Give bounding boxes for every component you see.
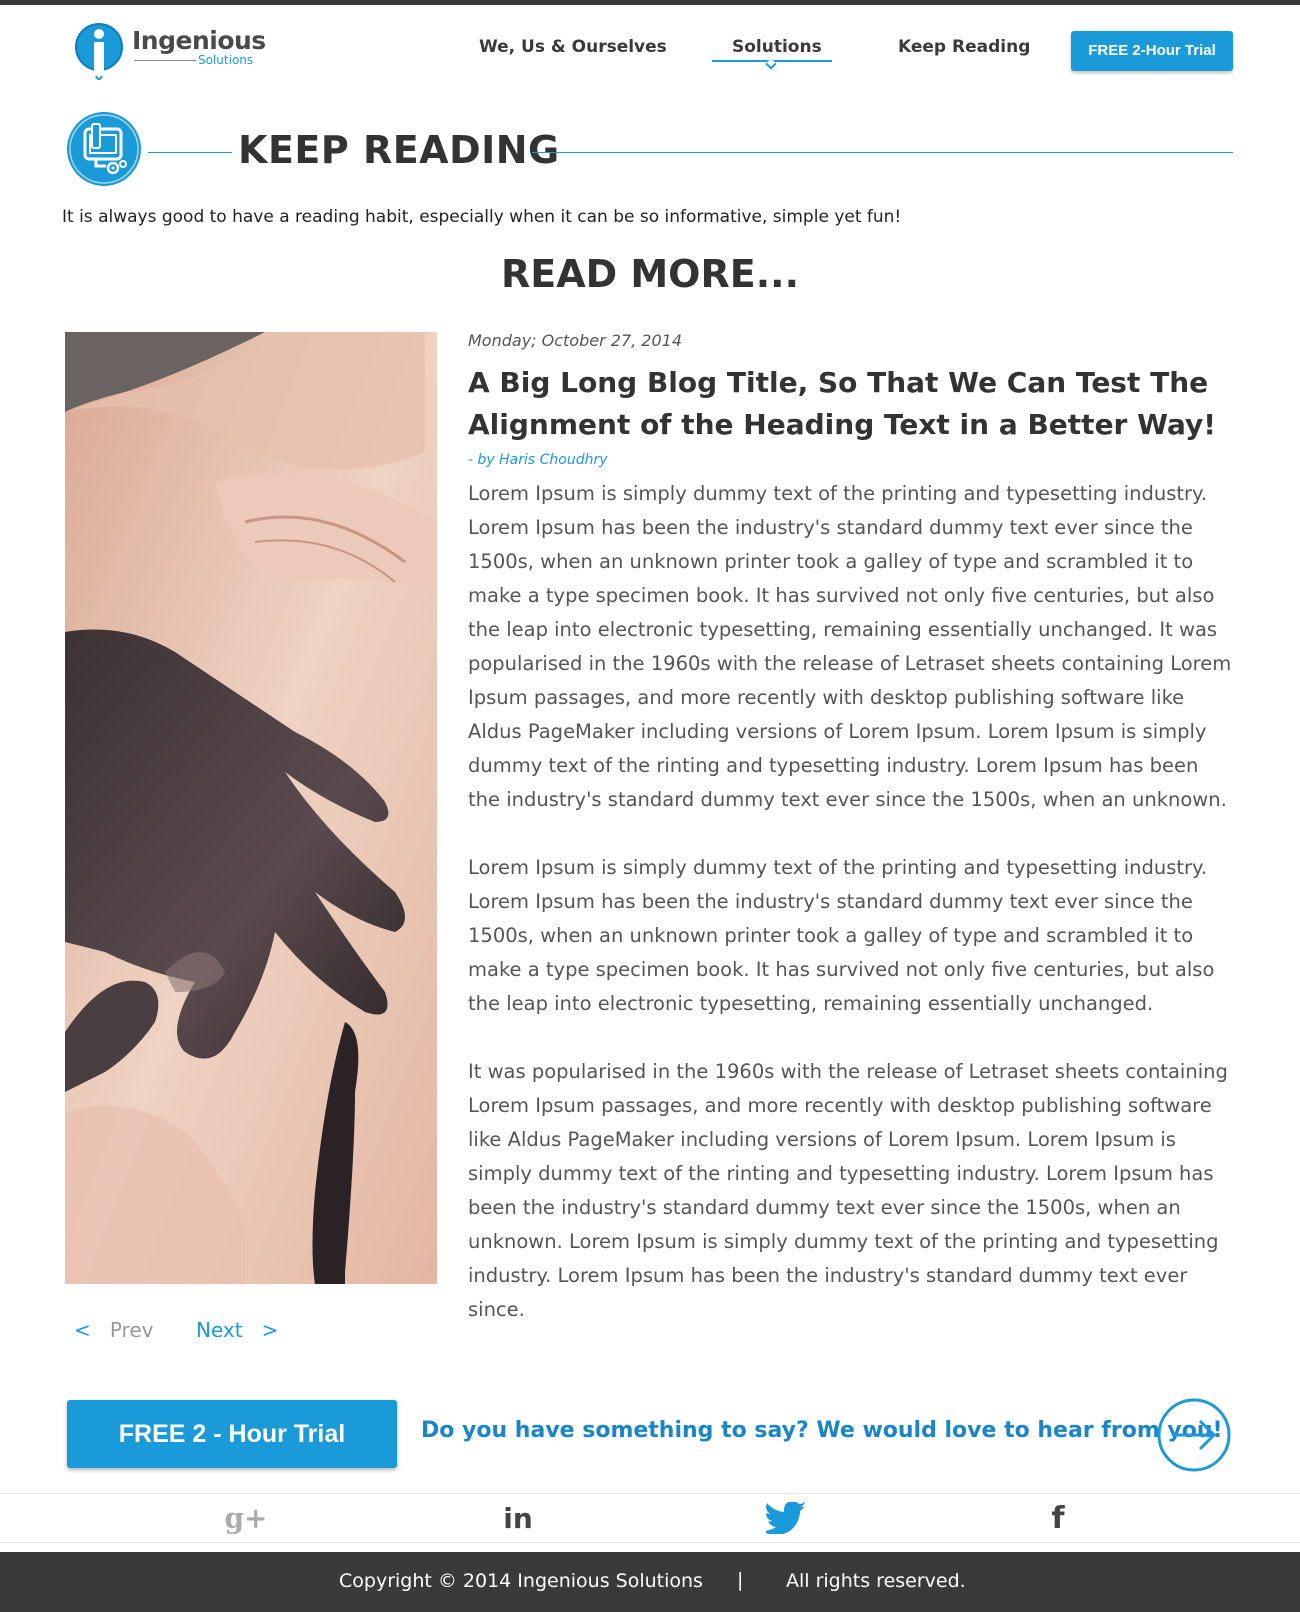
- nav-solutions[interactable]: Solutions: [732, 37, 822, 57]
- reading-device-icon: [67, 112, 141, 186]
- logo[interactable]: Ingenious Solutions: [74, 20, 266, 86]
- cta-message[interactable]: Do you have something to say? We would l…: [421, 1418, 1223, 1443]
- twitter-bird-icon: [766, 1502, 806, 1534]
- prev-label: Prev: [109, 1318, 154, 1342]
- article-author[interactable]: - by Haris Choudhry: [468, 452, 608, 468]
- next-label: Next: [196, 1318, 243, 1342]
- article-paragraph: Lorem Ipsum is simply dummy text of the …: [468, 482, 1232, 811]
- nav-keep-reading[interactable]: Keep Reading: [898, 37, 1030, 57]
- facebook-icon[interactable]: f: [1046, 1500, 1070, 1536]
- article-paragraph: It was popularised in the 1960s with the…: [468, 1060, 1228, 1321]
- article-photo: [65, 332, 437, 1284]
- section-title: KEEP READING: [238, 128, 560, 172]
- section-intro: It is always good to have a reading habi…: [62, 207, 902, 227]
- social-divider-bottom: [0, 1542, 1300, 1543]
- section-rule-left: [148, 152, 232, 153]
- social-divider-top: [0, 1493, 1300, 1494]
- free-trial-button[interactable]: FREE 2-Hour Trial: [1071, 31, 1233, 71]
- section-rule-right: [532, 152, 1233, 153]
- footer-rights: All rights reserved.: [786, 1570, 966, 1592]
- logo-divider: [134, 60, 196, 61]
- google-plus-icon[interactable]: g+: [224, 1500, 268, 1536]
- logo-mark-icon: [75, 23, 123, 80]
- chevron-left-icon: <: [74, 1318, 91, 1342]
- twitter-icon[interactable]: [764, 1500, 808, 1536]
- hands-image: [65, 332, 437, 1284]
- next-link[interactable]: Next >: [196, 1318, 278, 1342]
- chevron-right-icon: >: [261, 1318, 279, 1342]
- article-paragraph: Lorem Ipsum is simply dummy text of the …: [468, 856, 1215, 1015]
- read-more-heading: READ MORE...: [500, 252, 800, 296]
- cta-free-trial-button[interactable]: FREE 2 - Hour Trial: [67, 1400, 397, 1468]
- footer-copyright: Copyright © 2014 Ingenious Solutions: [339, 1570, 703, 1592]
- article-title[interactable]: A Big Long Blog Title, So That We Can Te…: [468, 362, 1228, 446]
- arrow-right-circle-icon[interactable]: [1156, 1397, 1232, 1473]
- footer-separator: |: [737, 1569, 744, 1591]
- nav-we-us-ourselves[interactable]: We, Us & Ourselves: [479, 37, 667, 57]
- top-border: [0, 0, 1300, 5]
- linkedin-icon[interactable]: in: [500, 1500, 536, 1536]
- article-date: Monday; October 27, 2014: [468, 331, 683, 350]
- logo-name: Ingenious: [132, 26, 266, 55]
- prev-link[interactable]: < Prev: [74, 1318, 153, 1342]
- logo-subtitle: Solutions: [198, 53, 254, 67]
- footer: Copyright © 2014 Ingenious Solutions | A…: [0, 1552, 1300, 1612]
